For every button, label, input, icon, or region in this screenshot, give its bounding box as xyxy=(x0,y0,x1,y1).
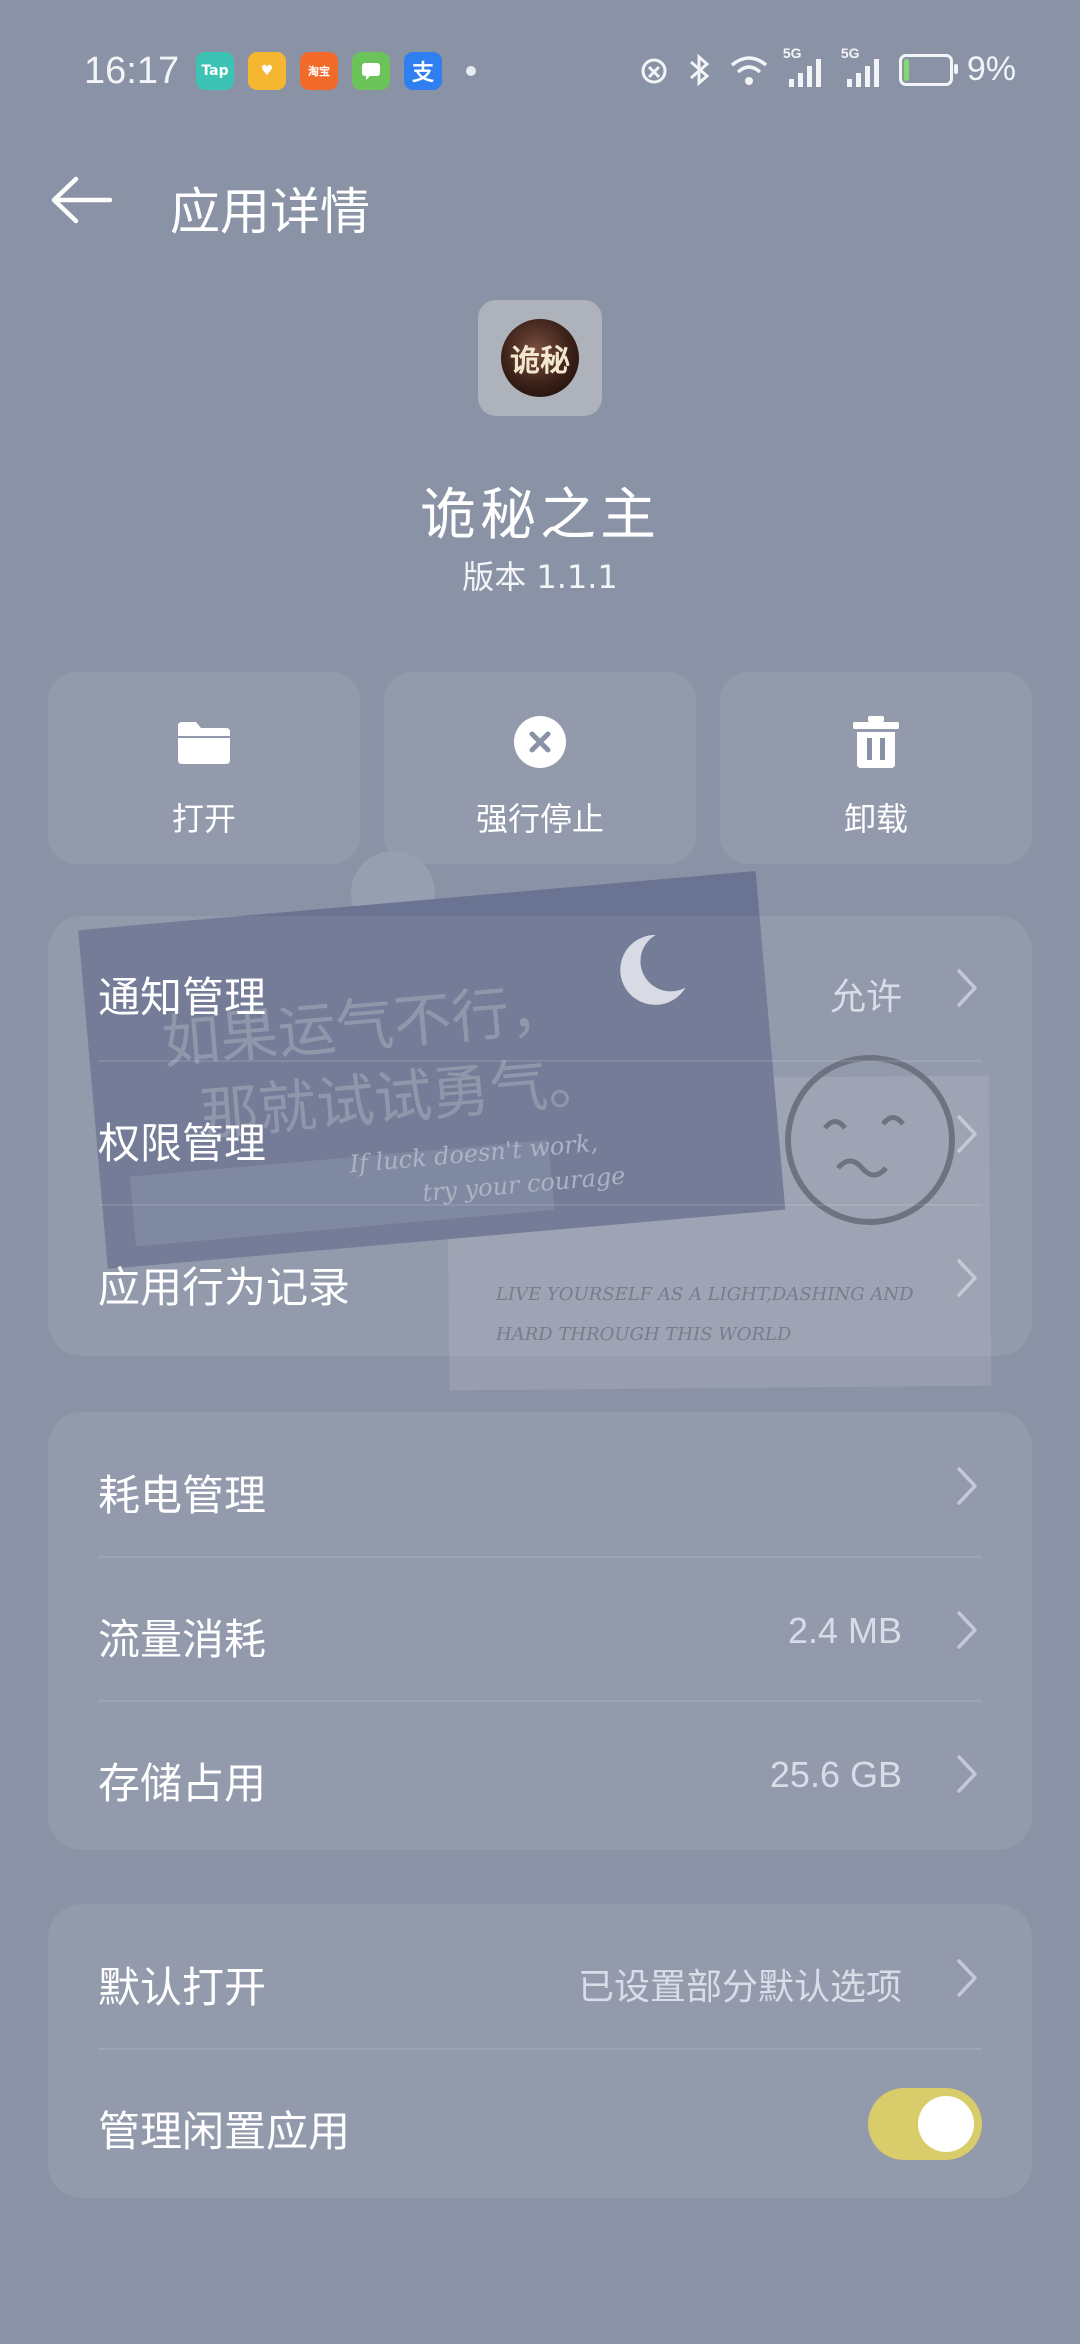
back-button[interactable] xyxy=(48,170,128,230)
power-manage-label: 耗电管理 xyxy=(98,1471,267,1520)
storage-usage-value: 25.6 GB xyxy=(769,1754,902,1795)
default-card: 默认打开 已设置部分默认选项 管理闲置应用 xyxy=(48,1904,1032,2198)
permission-manage-label: 权限管理 xyxy=(98,1119,267,1168)
notification-app-icons: Tap ♥ 淘宝 支 xyxy=(196,52,476,90)
back-arrow-icon xyxy=(51,176,113,224)
app-icon-image: 诡秘 xyxy=(501,319,579,397)
bluetooth-icon xyxy=(689,53,710,86)
more-notifications-dot xyxy=(466,66,476,76)
chevron-right-icon xyxy=(957,969,977,1007)
data-usage-row[interactable]: 流量消耗 2.4 MB xyxy=(48,1558,1032,1702)
app-behavior-record-label: 应用行为记录 xyxy=(98,1263,351,1312)
data-usage-value: 2.4 MB xyxy=(787,1610,902,1651)
signal-2: 5G xyxy=(841,45,885,89)
alarm-off-icon xyxy=(641,58,667,83)
storage-usage-row[interactable]: 存储占用 25.6 GB xyxy=(48,1702,1032,1846)
open-button[interactable]: 打开 xyxy=(48,672,360,864)
chevron-right-icon xyxy=(957,1959,977,1997)
battery-percent: 9% xyxy=(966,50,1016,88)
resource-card: 耗电管理 流量消耗 2.4 MB 存储占用 25.6 GB xyxy=(48,1412,1032,1850)
xianyu-icon: ♥ xyxy=(248,52,286,90)
app-version: 版本 1.1.1 xyxy=(462,558,618,596)
chevron-right-icon xyxy=(957,1115,977,1153)
action-buttons: 打开 强行停止 卸载 xyxy=(48,672,1032,864)
trash-icon xyxy=(848,714,904,770)
alipay-icon: 支 xyxy=(404,52,442,90)
force-stop-button[interactable]: 强行停止 xyxy=(384,672,696,864)
app-behavior-record-row[interactable]: 应用行为记录 xyxy=(48,1206,1032,1350)
folder-icon xyxy=(176,714,232,770)
toggle-knob xyxy=(918,2096,974,2152)
uninstall-button[interactable]: 卸载 xyxy=(720,672,1032,864)
battery-icon xyxy=(898,53,958,86)
status-bar: 16:17 Tap ♥ 淘宝 支 5G 5G 9% xyxy=(0,0,1080,150)
taobao-shangou-icon: 淘宝 xyxy=(300,52,338,90)
force-stop-button-label: 强行停止 xyxy=(475,800,604,838)
status-indicators: 5G 5G 9% xyxy=(637,45,1016,89)
status-time: 16:17 xyxy=(84,50,180,92)
chevron-right-icon xyxy=(957,1755,977,1793)
signal-1: 5G xyxy=(783,45,827,89)
data-usage-label: 流量消耗 xyxy=(98,1615,267,1664)
notification-manage-row[interactable]: 通知管理 允许 xyxy=(48,916,1032,1062)
default-open-row[interactable]: 默认打开 已设置部分默认选项 xyxy=(48,1906,1032,2050)
default-open-value: 已设置部分默认选项 xyxy=(577,1967,902,2008)
idle-app-manage-toggle[interactable] xyxy=(868,2088,982,2160)
notification-manage-label: 通知管理 xyxy=(98,973,267,1022)
notification-manage-value: 允许 xyxy=(829,977,902,1018)
top-bar: 应用详情 xyxy=(0,150,1080,250)
permission-manage-row[interactable]: 权限管理 xyxy=(48,1062,1032,1206)
message-icon xyxy=(352,52,390,90)
storage-usage-label: 存储占用 xyxy=(98,1759,267,1808)
chevron-right-icon xyxy=(957,1259,977,1297)
default-open-label: 默认打开 xyxy=(98,1963,267,2012)
permissions-card: 通知管理 允许 权限管理 应用行为记录 xyxy=(48,916,1032,1356)
wifi-icon xyxy=(730,55,767,85)
chevron-right-icon xyxy=(957,1611,977,1649)
app-icon: 诡秘 xyxy=(478,300,602,416)
open-button-label: 打开 xyxy=(171,800,236,838)
close-circle-icon xyxy=(512,714,568,770)
chevron-right-icon xyxy=(957,1467,977,1505)
page-title: 应用详情 xyxy=(170,183,370,241)
idle-app-manage-label: 管理闲置应用 xyxy=(98,2107,351,2156)
power-manage-row[interactable]: 耗电管理 xyxy=(48,1414,1032,1558)
idle-app-manage-row: 管理闲置应用 xyxy=(48,2050,1032,2194)
uninstall-button-label: 卸载 xyxy=(843,800,908,838)
taptap-icon: Tap xyxy=(196,52,234,90)
app-name: 诡秘之主 xyxy=(420,483,660,548)
